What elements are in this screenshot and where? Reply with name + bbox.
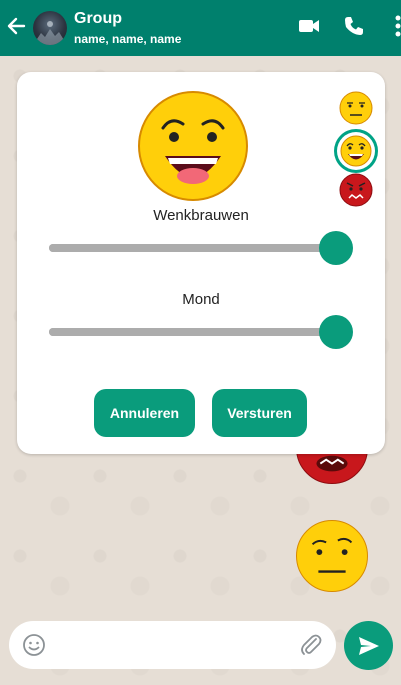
emoji-icon[interactable] (22, 633, 46, 657)
paperclip-icon[interactable] (299, 632, 323, 658)
mouth-slider-thumb[interactable] (319, 315, 353, 349)
message-input[interactable] (55, 629, 285, 661)
eyebrows-slider-fill (49, 244, 335, 252)
mouth-slider-label: Mond (182, 291, 220, 308)
neutral-face-message (296, 520, 368, 592)
angry-face-option[interactable] (339, 173, 373, 207)
eyebrows-slider-label: Wenkbrauwen (153, 207, 249, 224)
eyebrows-slider-track[interactable] (49, 244, 335, 252)
video-call-icon[interactable] (298, 15, 320, 37)
more-menu-icon[interactable] (392, 14, 401, 38)
eyebrows-slider-thumb[interactable] (319, 231, 353, 265)
message-composer (9, 621, 336, 669)
chat-header: Group name, name, name (0, 0, 401, 56)
cancel-button[interactable]: Annuleren (94, 389, 195, 437)
send-button[interactable] (344, 621, 393, 670)
preview-face (138, 91, 248, 201)
grinning-face-option[interactable] (337, 132, 375, 170)
neutral-face-option[interactable] (339, 91, 373, 125)
back-arrow-icon[interactable] (6, 16, 26, 36)
phone-icon[interactable] (343, 15, 365, 37)
send-icon (359, 637, 379, 655)
mood-picker-dialog: Wenkbrauwen Mond Annuleren Versturen (17, 72, 385, 454)
send-mood-button[interactable]: Versturen (212, 389, 307, 437)
group-members: name, name, name (74, 32, 182, 46)
group-title[interactable]: Group (74, 10, 122, 28)
mouth-slider-track[interactable] (49, 328, 335, 336)
mouth-slider-fill (49, 328, 335, 336)
avatar-image (33, 21, 67, 45)
group-avatar[interactable] (33, 11, 67, 45)
